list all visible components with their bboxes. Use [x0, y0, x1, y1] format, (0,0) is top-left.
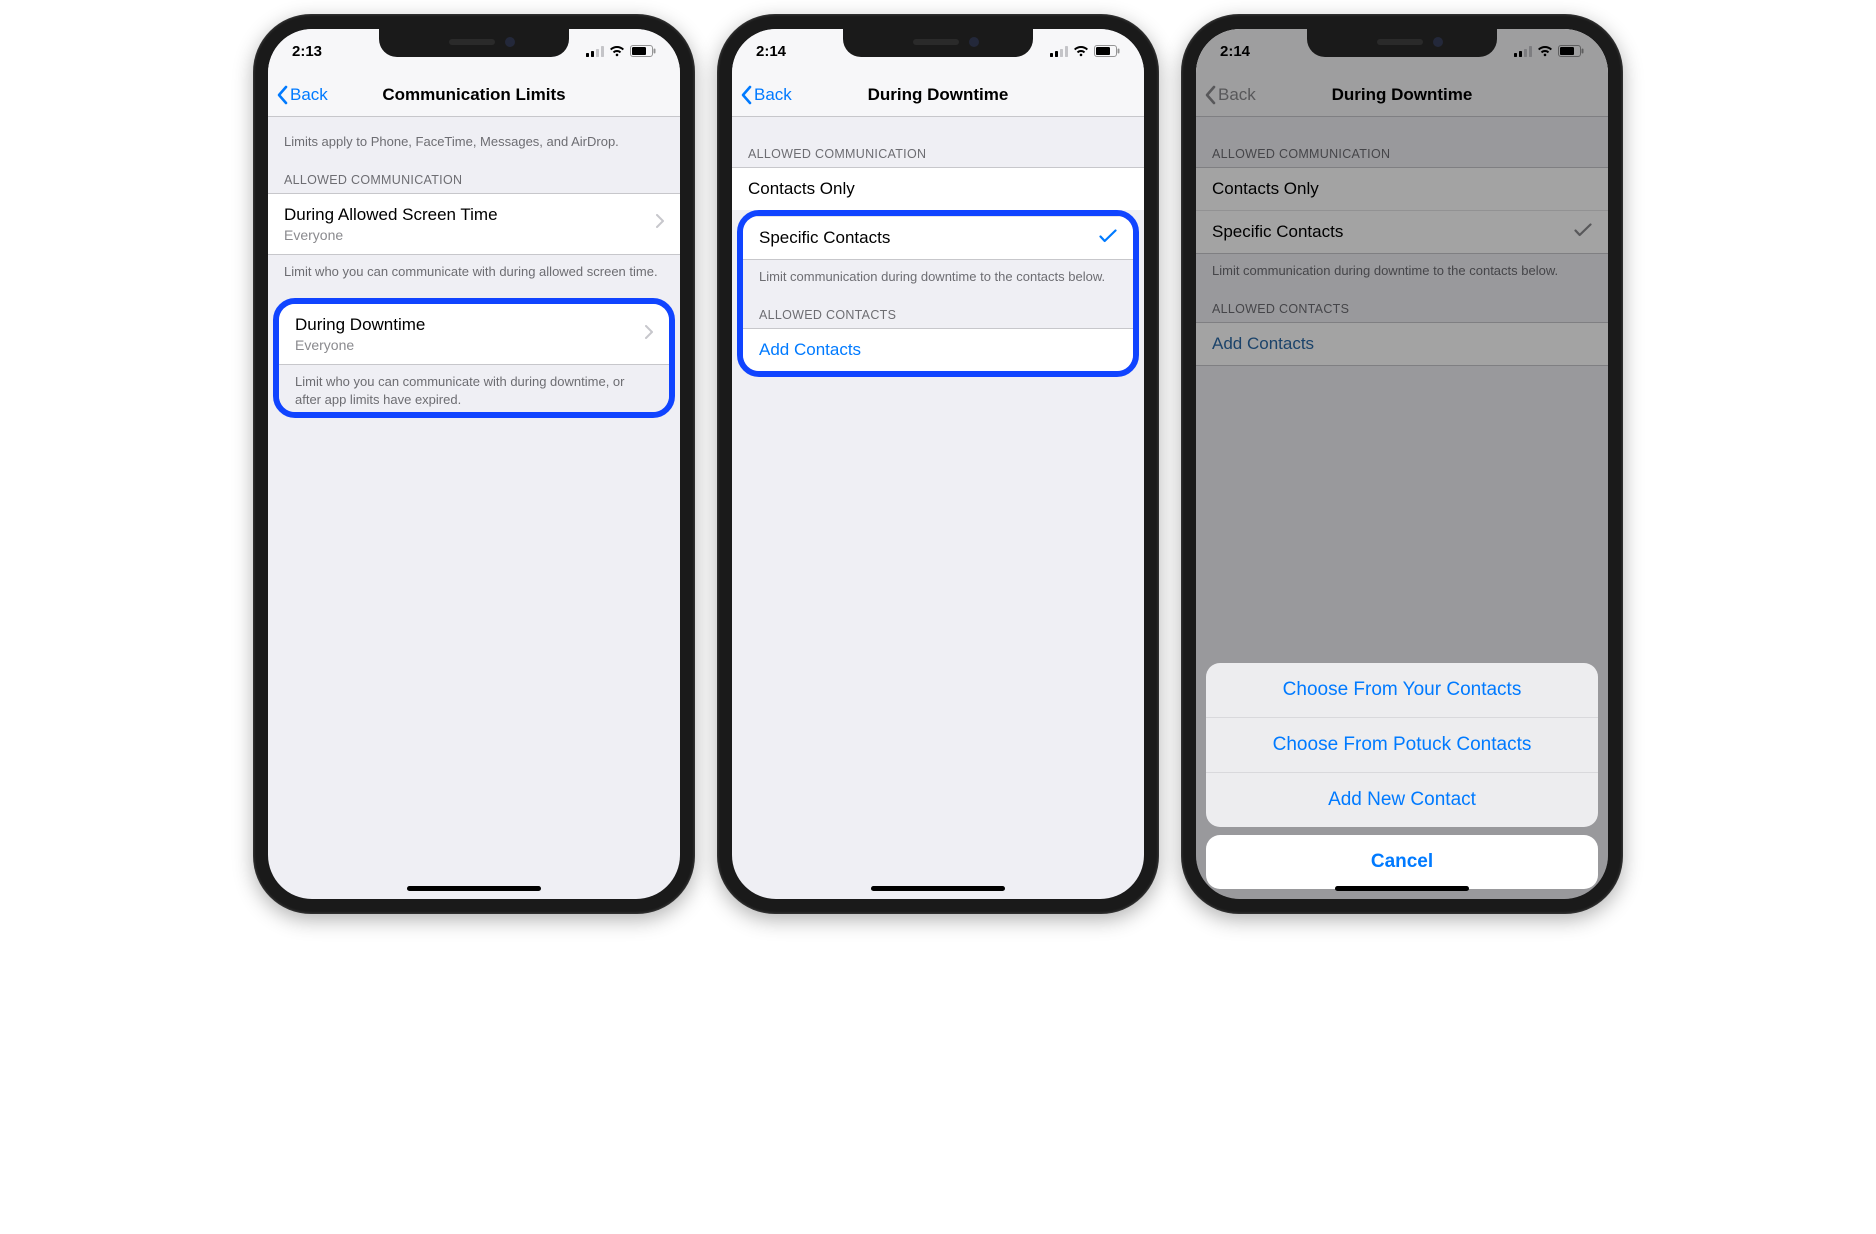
back-button[interactable]: Back	[732, 85, 792, 105]
row-specific-contacts[interactable]: Specific Contacts	[743, 216, 1133, 259]
action-sheet: Choose From Your Contacts Choose From Po…	[1206, 663, 1598, 889]
chevron-right-icon	[656, 214, 664, 233]
phone-3: 2:14 Back During Downtime ALLOWED CO	[1181, 14, 1623, 914]
back-label: Back	[754, 85, 792, 105]
action-choose-your-contacts[interactable]: Choose From Your Contacts	[1206, 663, 1598, 717]
option-label: Contacts Only	[748, 179, 855, 199]
status-time: 2:13	[292, 43, 322, 60]
row-contacts-only[interactable]: Contacts Only	[732, 167, 1144, 210]
signal-icon	[1050, 46, 1068, 57]
nav-bar: Back During Downtime	[732, 73, 1144, 117]
home-indicator[interactable]	[407, 886, 541, 891]
row-title: During Downtime	[295, 315, 425, 335]
chevron-left-icon	[276, 85, 288, 105]
notch	[843, 29, 1033, 57]
intro-text: Limits apply to Phone, FaceTime, Message…	[268, 117, 680, 155]
section-header-allowed: ALLOWED COMMUNICATION	[268, 155, 680, 193]
row1-footer: Limit who you can communicate with durin…	[268, 255, 680, 285]
notch	[1307, 29, 1497, 57]
checkmark-icon	[1099, 229, 1117, 248]
section-header-allowed: ALLOWED COMMUNICATION	[732, 117, 1144, 167]
phone-1: 2:13 Back Communication Limits Limit	[253, 14, 695, 914]
phone-2: 2:14 Back During Downtime ALLOWED CO	[717, 14, 1159, 914]
page-title: Communication Limits	[268, 85, 680, 105]
wifi-icon	[1073, 45, 1089, 57]
notch	[379, 29, 569, 57]
row-during-allowed-screen-time[interactable]: During Allowed Screen Time Everyone	[268, 193, 680, 255]
row-value: Everyone	[284, 227, 498, 243]
chevron-right-icon	[645, 325, 653, 344]
home-indicator[interactable]	[871, 886, 1005, 891]
highlight-during-downtime: During Downtime Everyone Limit who you c…	[273, 298, 675, 418]
action-choose-potuck-contacts[interactable]: Choose From Potuck Contacts	[1206, 717, 1598, 772]
row-add-contacts[interactable]: Add Contacts	[743, 328, 1133, 371]
row-title: During Allowed Screen Time	[284, 205, 498, 225]
add-contacts-label: Add Contacts	[759, 340, 861, 360]
section-header-contacts: ALLOWED CONTACTS	[743, 290, 1133, 328]
wifi-icon	[609, 45, 625, 57]
home-indicator[interactable]	[1335, 886, 1469, 891]
status-time: 2:14	[756, 43, 786, 60]
row2-footer: Limit who you can communicate with durin…	[279, 364, 669, 412]
page-title: During Downtime	[732, 85, 1144, 105]
option-label: Specific Contacts	[759, 228, 890, 248]
row-value: Everyone	[295, 337, 425, 353]
nav-bar: Back Communication Limits	[268, 73, 680, 117]
back-label: Back	[290, 85, 328, 105]
action-add-new-contact[interactable]: Add New Contact	[1206, 772, 1598, 827]
signal-icon	[586, 46, 604, 57]
action-sheet-options: Choose From Your Contacts Choose From Po…	[1206, 663, 1598, 827]
back-button[interactable]: Back	[268, 85, 328, 105]
battery-icon	[630, 45, 656, 57]
row-during-downtime[interactable]: During Downtime Everyone	[279, 304, 669, 364]
highlight-specific-contacts: Specific Contacts Limit communication du…	[737, 210, 1139, 377]
action-cancel[interactable]: Cancel	[1206, 835, 1598, 889]
option-footer: Limit communication during downtime to t…	[743, 259, 1133, 290]
chevron-left-icon	[740, 85, 752, 105]
battery-icon	[1094, 45, 1120, 57]
